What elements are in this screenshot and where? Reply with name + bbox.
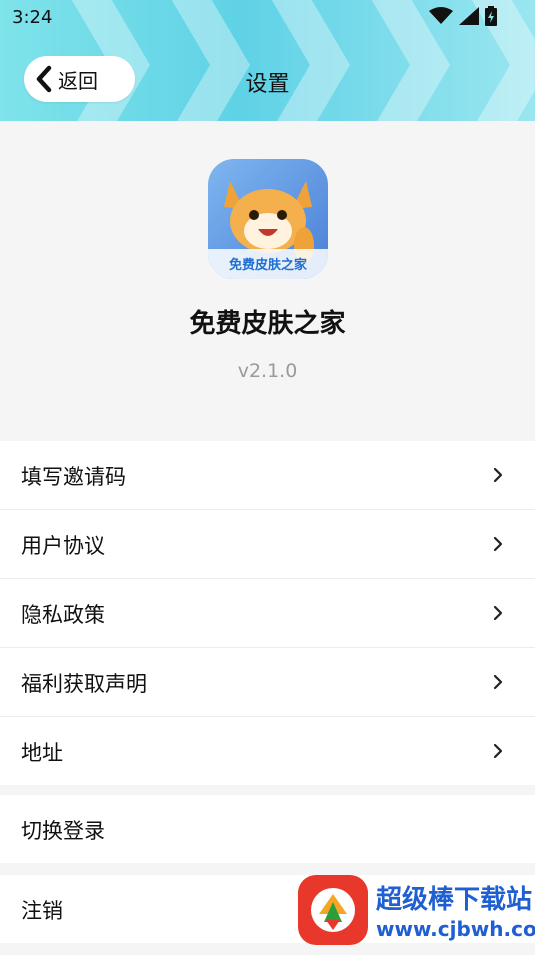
header-bar: 3:24 返回 设置 (0, 0, 535, 121)
status-bar: 3:24 (0, 0, 535, 36)
menu-item-user-agreement[interactable]: 用户协议 (0, 509, 535, 578)
switch-login-label: 切换登录 (21, 819, 105, 843)
chevron-right-icon (493, 743, 503, 759)
app-version: v2.1.0 (237, 360, 298, 382)
menu-item-address[interactable]: 地址 (0, 716, 535, 785)
page-title: 设置 (245, 72, 290, 97)
menu-item-welfare-statement[interactable]: 福利获取声明 (0, 647, 535, 716)
app-logo-artwork: 免费皮肤之家 (208, 159, 328, 279)
app-logo-caption: 免费皮肤之家 (229, 257, 308, 273)
chevron-right-icon (493, 536, 503, 552)
switch-login-group: 切换登录 (0, 795, 535, 863)
menu-item-label: 福利获取声明 (21, 672, 147, 696)
watermark: 超级棒下载站 www.cjbwh.com (296, 872, 535, 951)
menu-item-privacy-policy[interactable]: 隐私政策 (0, 578, 535, 647)
menu-item-label: 隐私政策 (21, 603, 105, 627)
battery-icon (485, 6, 497, 26)
chevron-right-icon (493, 605, 503, 621)
app-name: 免费皮肤之家 (189, 309, 346, 339)
switch-login-button[interactable]: 切换登录 (0, 795, 535, 863)
menu-item-label: 用户协议 (21, 534, 105, 558)
status-time: 3:24 (12, 7, 53, 28)
status-icons (429, 6, 497, 26)
wifi-icon (429, 7, 453, 24)
app-logo: 免费皮肤之家 (208, 159, 328, 279)
watermark-logo: 超级棒下载站 www.cjbwh.com (298, 875, 535, 945)
cellular-signal-icon (459, 7, 479, 25)
settings-menu: 填写邀请码 用户协议 隐私政策 福利获取声明 地址 (0, 441, 535, 785)
watermark-url: www.cjbwh.com (376, 917, 535, 941)
menu-item-label: 地址 (21, 741, 63, 765)
app-info: 免费皮肤之家 免费皮肤之家 v2.1.0 (0, 121, 535, 433)
watermark-brand: 超级棒下载站 (376, 884, 532, 915)
logout-label: 注销 (21, 899, 63, 923)
menu-item-invite-code[interactable]: 填写邀请码 (0, 441, 535, 509)
menu-item-label: 填写邀请码 (21, 465, 126, 489)
chevron-right-icon (493, 674, 503, 690)
chevron-right-icon (493, 467, 503, 483)
